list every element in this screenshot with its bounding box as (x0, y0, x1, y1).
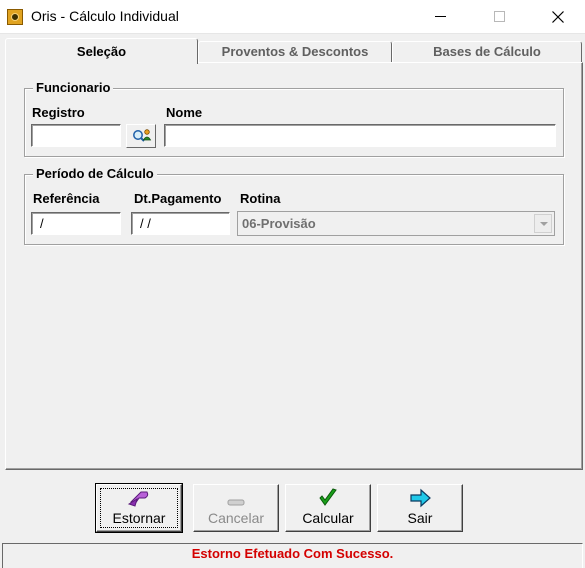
close-button[interactable] (535, 0, 581, 33)
sair-button[interactable]: Sair (377, 484, 463, 532)
tab-bases-de-calculo[interactable]: Bases de Cálculo (392, 41, 582, 62)
rotina-selected-value: 06-Provisão (242, 216, 316, 231)
exit-arrow-icon (410, 488, 431, 508)
minimize-button[interactable] (418, 0, 464, 33)
title-bar: Oris - Cálculo Individual (0, 0, 585, 34)
nome-input[interactable] (164, 124, 556, 147)
estornar-button[interactable]: Estornar (95, 483, 183, 533)
oris-app-icon (7, 9, 23, 25)
search-person-icon (133, 129, 152, 142)
nome-label: Nome (166, 105, 203, 120)
referencia-label: Referência (33, 191, 100, 206)
funcionario-group-label: Funcionario (33, 80, 114, 95)
tab-selecao[interactable]: Seleção (5, 38, 198, 64)
cancelar-label: Cancelar (207, 510, 265, 526)
window-title: Oris - Cálculo Individual (31, 8, 179, 24)
sair-label: Sair (407, 510, 433, 526)
rotina-select[interactable]: 06-Provisão (237, 211, 555, 236)
registro-label: Registro (32, 105, 85, 120)
calcular-button[interactable]: Calcular (285, 484, 371, 532)
close-icon (552, 11, 564, 23)
cancel-bar-icon (227, 499, 245, 506)
periodo-group-label: Período de Cálculo (33, 166, 157, 181)
calcular-label: Calcular (302, 510, 354, 526)
estornar-label: Estornar (112, 510, 166, 526)
registro-input[interactable] (31, 124, 121, 147)
checkmark-icon (319, 488, 337, 506)
dropdown-arrow-icon[interactable] (534, 214, 552, 233)
dt-pagamento-input[interactable]: / / (131, 212, 230, 235)
cancelar-button[interactable]: Cancelar (193, 484, 279, 532)
registro-lookup-button[interactable] (126, 124, 156, 148)
tab-proventos-descontos[interactable]: Proventos & Descontos (198, 41, 392, 62)
status-message: Estorno Efetuado Com Sucesso. (191, 546, 394, 561)
status-bar: Estorno Efetuado Com Sucesso. (2, 543, 583, 568)
referencia-input[interactable]: / (31, 212, 121, 235)
maximize-button[interactable] (476, 0, 522, 33)
rotina-label: Rotina (240, 191, 281, 206)
dt-pagamento-label: Dt.Pagamento (134, 191, 222, 206)
undo-arrow-icon (127, 491, 149, 507)
